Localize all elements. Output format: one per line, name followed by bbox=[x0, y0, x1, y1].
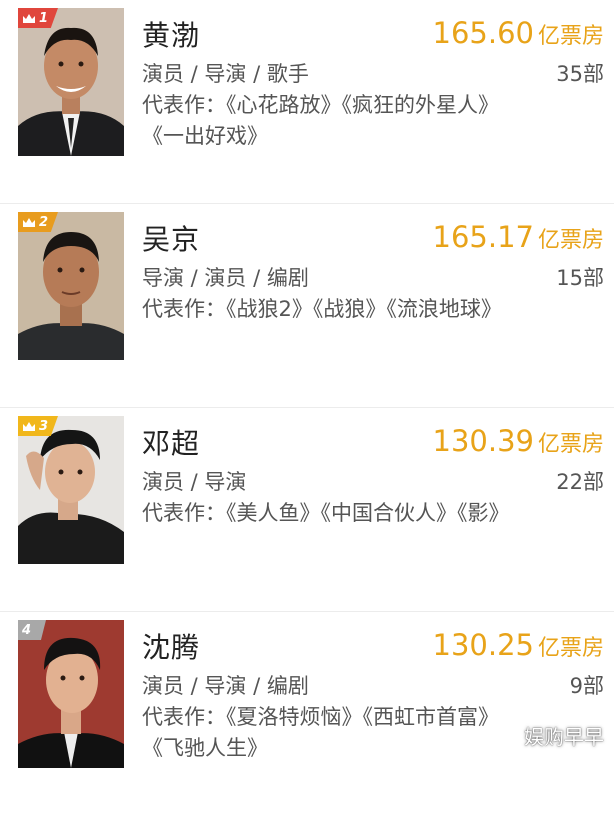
person-name: 黄渤 bbox=[142, 19, 201, 52]
person-name: 沈腾 bbox=[142, 631, 201, 664]
avatar[interactable]: 3 bbox=[18, 416, 124, 564]
representative-works: 代表作：《美人鱼》《中国合伙人》《影》 bbox=[142, 501, 510, 525]
person-roles: 演员 / 导演 / 歌手 bbox=[142, 62, 309, 86]
portrait-photo bbox=[18, 8, 124, 156]
box-office-value: 130.25 bbox=[432, 628, 534, 662]
rank-number: 4 bbox=[22, 622, 32, 638]
film-count: 35部 bbox=[556, 62, 604, 86]
person-name: 邓超 bbox=[142, 427, 201, 460]
box-office-unit: 亿票房 bbox=[537, 432, 604, 457]
person-roles: 演员 / 导演 / 编剧 bbox=[142, 674, 309, 698]
representative-works: 代表作：《心花路放》《疯狂的外星人》《一出好戏》 bbox=[142, 93, 499, 148]
film-count: 22部 bbox=[556, 470, 604, 494]
rank-number: 3 bbox=[39, 418, 49, 434]
box-office-total: 165.60 亿票房 bbox=[433, 16, 605, 50]
list-item-rank-1[interactable]: 1 黄渤 165.60 亿票房 演员 / 导演 / 歌手 35部 代表作：《心花路… bbox=[0, 0, 614, 204]
watermark-text: 娱购早早 bbox=[524, 725, 604, 749]
list-item-rank-4[interactable]: 4 沈腾 130.25 亿票房 演员 / 导演 / 编剧 9部 代表作：《夏洛特烦… bbox=[0, 612, 614, 816]
box-office-total: 130.25 亿票房 bbox=[433, 628, 605, 662]
box-office-total: 130.39 亿票房 bbox=[433, 424, 605, 458]
box-office-unit: 亿票房 bbox=[537, 228, 604, 253]
portrait-photo bbox=[18, 416, 124, 564]
avatar[interactable]: 1 bbox=[18, 8, 124, 156]
avatar[interactable]: 4 bbox=[18, 620, 124, 768]
portrait-photo bbox=[18, 212, 124, 360]
box-office-total: 165.17 亿票房 bbox=[433, 220, 605, 254]
box-office-unit: 亿票房 bbox=[537, 24, 604, 49]
crown-icon bbox=[22, 421, 36, 432]
film-count: 15部 bbox=[556, 266, 604, 290]
box-office-unit: 亿票房 bbox=[537, 636, 604, 661]
list-item-rank-3[interactable]: 3 邓超 130.39 亿票房 演员 / 导演 22部 代表作：《美人鱼》《中国合… bbox=[0, 408, 614, 612]
box-office-value: 165.17 bbox=[432, 220, 534, 254]
avatar[interactable]: 2 bbox=[18, 212, 124, 360]
list-item-rank-2[interactable]: 2 吴京 165.17 亿票房 导演 / 演员 / 编剧 15部 代表作：《战狼2… bbox=[0, 204, 614, 408]
box-office-value: 130.39 bbox=[432, 424, 534, 458]
box-office-value: 165.60 bbox=[432, 16, 534, 50]
portrait-photo bbox=[18, 620, 124, 768]
representative-works: 代表作：《战狼2》《战狼》《流浪地球》 bbox=[142, 297, 502, 321]
rank-number: 1 bbox=[39, 10, 49, 26]
person-roles: 导演 / 演员 / 编剧 bbox=[142, 266, 309, 290]
representative-works: 代表作：《夏洛特烦恼》《西虹市首富》《飞驰人生》 bbox=[142, 705, 499, 760]
rank-number: 2 bbox=[39, 214, 49, 230]
crown-icon bbox=[22, 13, 36, 24]
film-count: 9部 bbox=[569, 674, 604, 698]
crown-icon bbox=[22, 217, 36, 228]
person-name: 吴京 bbox=[142, 223, 201, 256]
person-roles: 演员 / 导演 bbox=[142, 470, 247, 494]
